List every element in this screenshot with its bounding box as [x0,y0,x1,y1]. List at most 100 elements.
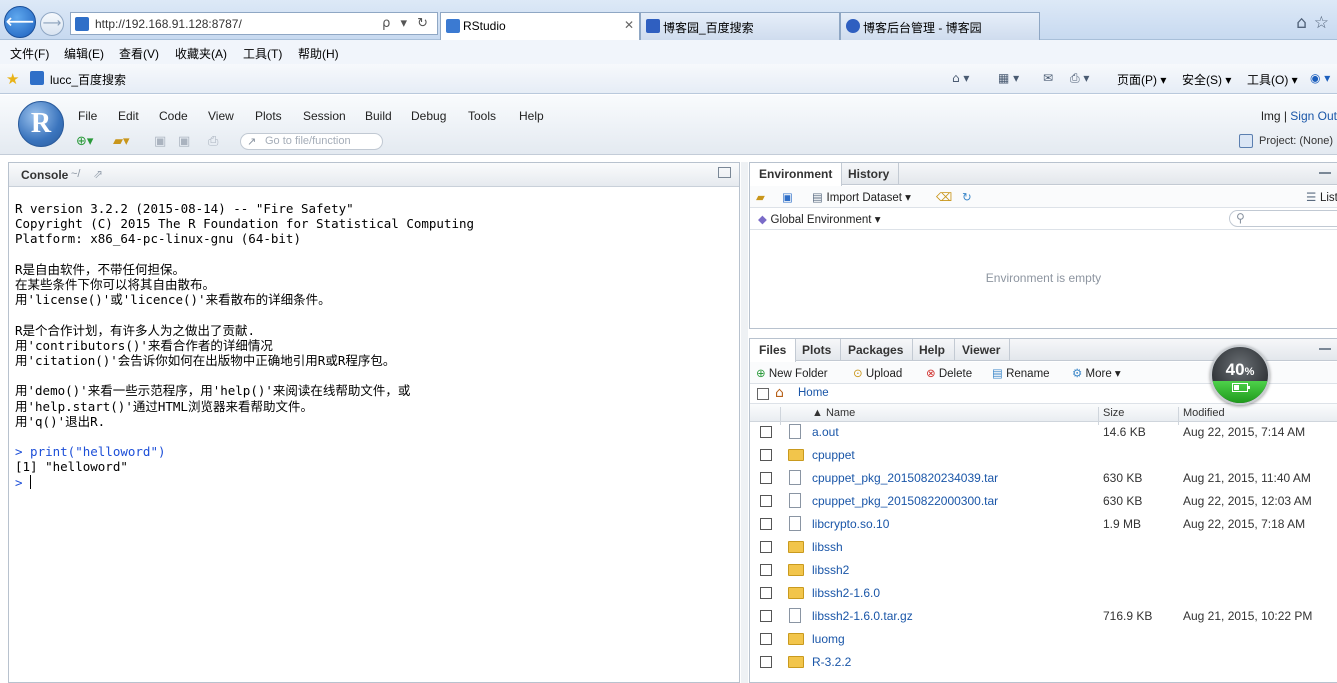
row-checkbox[interactable] [760,449,772,461]
go-to-dir-icon[interactable]: ⇗ [93,167,103,181]
console-output[interactable]: R version 3.2.2 (2015-08-14) -- "Fire Sa… [15,201,474,490]
row-checkbox[interactable] [760,426,772,438]
home-page-icon[interactable]: ⌂ ▾ [952,71,969,85]
refresh-icon[interactable]: ↻ [962,190,972,204]
file-row[interactable]: libcrypto.so.10 1.9 MB Aug 22, 2015, 7:18 … [750,515,1337,538]
sign-out-link[interactable]: Sign Out [1290,109,1337,123]
row-checkbox[interactable] [760,633,772,645]
tab-baidu-search[interactable]: 博客园_百度搜索 [640,12,840,40]
new-file-icon[interactable]: ⊕▾ [76,134,93,149]
file-name[interactable]: libssh2-1.6.0.tar.gz [812,609,913,623]
menu-favorites[interactable]: 收藏夹(A) [175,45,227,62]
tab-help[interactable]: Help [910,339,956,361]
file-row[interactable]: luomg [750,630,1337,653]
rs-menu-file[interactable]: File [78,109,97,123]
file-name[interactable]: R-3.2.2 [812,655,851,669]
column-size[interactable]: Size [1103,407,1124,419]
favorite-link[interactable]: lucc_百度搜索 [30,71,126,88]
address-tools[interactable]: ρ ▾ ↻ [382,16,431,31]
file-name[interactable]: a.out [812,425,839,439]
file-name[interactable]: cpuppet [812,448,855,462]
new-folder-button[interactable]: ⊕ New Folder [756,366,828,380]
print-icon[interactable]: ⎙ ▾ [1070,71,1089,86]
address-bar[interactable]: http://192.168.91.128:8787/ ρ ▾ ↻ [70,12,438,35]
go-to-file-input[interactable]: ↗ Go to file/function [240,133,383,150]
row-checkbox[interactable] [760,656,772,668]
row-checkbox[interactable] [760,495,772,507]
tab-plots[interactable]: Plots [793,339,842,361]
minimize-icon[interactable] [1319,172,1331,177]
tab-environment[interactable]: Environment [750,163,843,186]
save-workspace-icon[interactable]: ▣ [782,190,793,204]
row-checkbox[interactable] [760,518,772,530]
file-row[interactable]: libssh2-1.6.0 [750,584,1337,607]
more-menu-button[interactable]: ⚙ More ▾ [1072,366,1121,380]
forward-button[interactable]: ⟶ [40,12,64,36]
rs-menu-build[interactable]: Build [365,109,392,123]
clear-broom-icon[interactable]: ⌫ [936,190,952,204]
save-icon[interactable]: ▣ [154,134,166,149]
row-checkbox[interactable] [760,587,772,599]
feeds-icon[interactable]: ▦ ▾ [998,71,1019,85]
environment-scope-select[interactable]: ◆ Global Environment ▾ [758,212,880,226]
column-modified[interactable]: Modified [1183,407,1225,419]
pane-splitter[interactable] [741,162,748,683]
tab-viewer[interactable]: Viewer [953,339,1011,361]
minimize-icon[interactable] [1319,348,1331,353]
file-row[interactable]: libssh [750,538,1337,561]
tab-close-icon[interactable]: ✕ [624,18,634,32]
menu-help[interactable]: 帮助(H) [298,45,339,62]
file-name[interactable]: libcrypto.so.10 [812,517,889,531]
select-all-checkbox[interactable] [757,388,769,400]
tools-menu[interactable]: 工具(O) ▾ [1247,71,1298,88]
file-name[interactable]: luomg [812,632,845,646]
load-workspace-icon[interactable]: ▰ [756,190,765,204]
maximize-icon[interactable] [718,167,731,178]
project-menu[interactable]: Project: (None) [1239,134,1333,148]
list-view-toggle[interactable]: ☰ List [1306,190,1337,204]
file-name[interactable]: cpuppet_pkg_20150822000300.tar [812,494,998,508]
menu-tools[interactable]: 工具(T) [243,45,282,62]
menu-view[interactable]: 查看(V) [119,45,159,62]
file-row[interactable]: libssh2 [750,561,1337,584]
import-dataset-button[interactable]: ▤ Import Dataset ▾ [812,190,911,204]
row-checkbox[interactable] [760,541,772,553]
help-icon[interactable]: ◉ ▾ [1310,71,1330,85]
rs-menu-view[interactable]: View [208,109,234,123]
file-name[interactable]: cpuppet_pkg_20150820234039.tar [812,471,998,485]
rs-menu-help[interactable]: Help [519,109,544,123]
save-all-icon[interactable]: ▣ [178,134,190,149]
back-button[interactable]: ⟵ [4,6,36,38]
tab-blog-admin[interactable]: 博客后台管理 - 博客园 [840,12,1040,40]
favorites-add-icon[interactable]: ★ [6,70,19,88]
file-row[interactable]: cpuppet_pkg_20150822000300.tar 630 KB Aug … [750,492,1337,515]
file-name[interactable]: libssh2 [812,563,849,577]
mail-icon[interactable]: ✉ [1043,71,1053,85]
row-checkbox[interactable] [760,564,772,576]
env-search-input[interactable]: ⚲ [1229,210,1337,227]
tab-files[interactable]: Files [750,339,797,362]
breadcrumb-home[interactable]: Home [798,387,829,399]
file-name[interactable]: libssh2-1.6.0 [812,586,880,600]
page-menu[interactable]: 页面(P) ▾ [1117,71,1166,88]
open-file-icon[interactable]: ▰▾ [113,134,130,149]
tab-rstudio[interactable]: RStudio ✕ [440,12,640,41]
rs-menu-debug[interactable]: Debug [411,109,446,123]
column-name[interactable]: ▲ Name [812,407,855,419]
delete-button[interactable]: ⊗ Delete [926,366,972,380]
rs-menu-tools[interactable]: Tools [468,109,496,123]
rename-button[interactable]: ▤ Rename [992,366,1050,380]
rs-menu-session[interactable]: Session [303,109,346,123]
home-icon[interactable]: ⌂ [1296,13,1307,33]
battery-widget[interactable]: 40% [1210,345,1270,405]
favorites-star-icon[interactable]: ☆ [1314,13,1329,33]
menu-edit[interactable]: 编辑(E) [64,45,104,62]
file-row[interactable]: libssh2-1.6.0.tar.gz 716.9 KB Aug 21, 2015… [750,607,1337,630]
file-name[interactable]: libssh [812,540,843,554]
home-icon[interactable]: ⌂ [775,385,784,401]
address-url[interactable]: http://192.168.91.128:8787/ [95,17,242,31]
file-row[interactable]: R-3.2.2 [750,653,1337,676]
row-checkbox[interactable] [760,472,772,484]
file-row[interactable]: a.out 14.6 KB Aug 22, 2015, 7:14 AM [750,423,1337,446]
rs-menu-plots[interactable]: Plots [255,109,282,123]
